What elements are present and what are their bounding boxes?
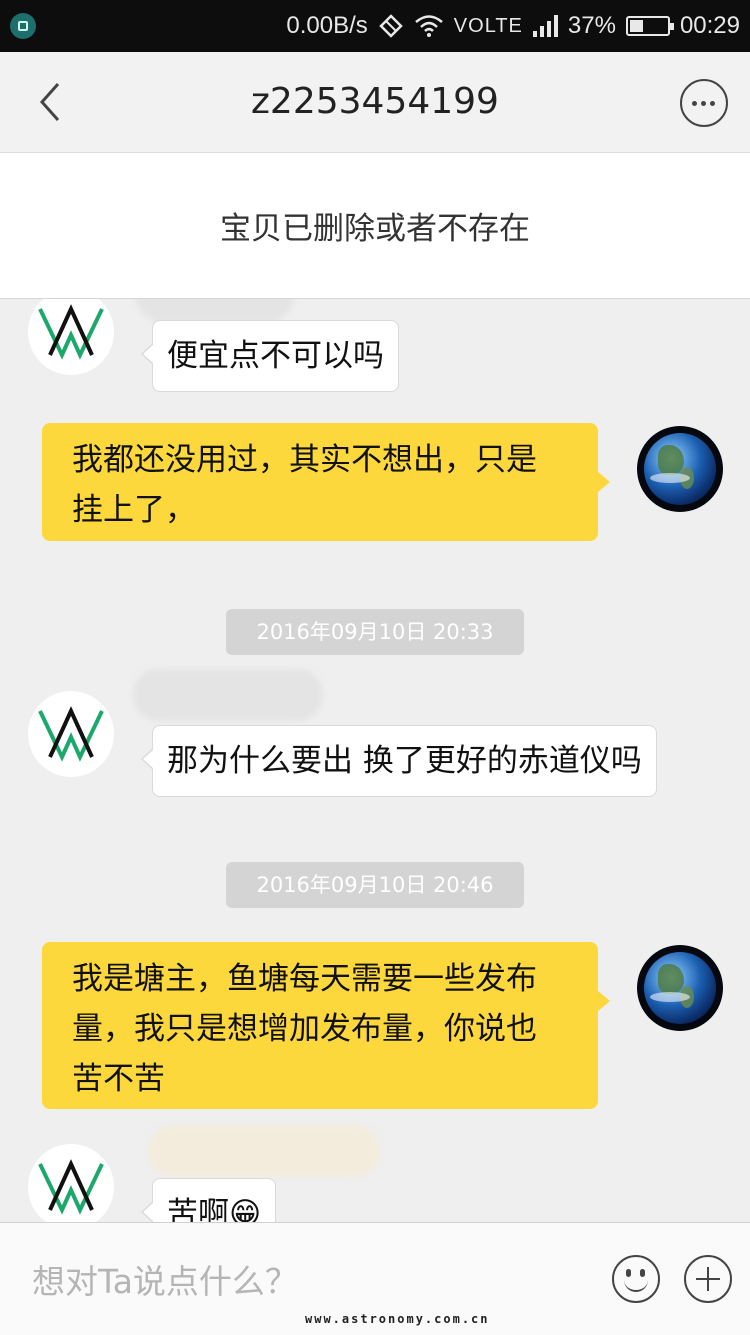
contact-logo-icon bbox=[38, 706, 104, 762]
wifi-icon bbox=[414, 15, 443, 37]
redacted-username bbox=[148, 1125, 380, 1177]
message-bubble-incoming[interactable]: 便宜点不可以吗 bbox=[141, 320, 399, 392]
network-type: VOLTE bbox=[453, 14, 523, 37]
contact-logo-icon bbox=[38, 1159, 104, 1215]
my-avatar[interactable] bbox=[637, 945, 723, 1031]
more-dots-icon[interactable] bbox=[680, 79, 728, 127]
earth-globe-icon bbox=[644, 433, 716, 505]
chevron-left-icon[interactable] bbox=[28, 78, 76, 126]
chat-message-list[interactable]: 便宜点不可以吗 我都还没用过，其实不想出，只是 挂上了， 2016年09月10日… bbox=[0, 299, 750, 1222]
message-text: 苦啊😁 bbox=[167, 1196, 262, 1222]
message-bubble-incoming[interactable]: 苦啊😁 bbox=[140, 1178, 277, 1222]
status-bar: 0.00B/s VOLTE 37% 00:29 bbox=[0, 0, 750, 52]
message-line: 苦不苦 bbox=[72, 1061, 165, 1097]
message-line: 量，我只是想增加发布量，你说也 bbox=[72, 1011, 537, 1047]
rotate-icon bbox=[379, 14, 403, 38]
app-notification-icon bbox=[10, 13, 36, 39]
message-text: 便宜点不可以吗 bbox=[167, 338, 384, 374]
message-bubble-outgoing[interactable]: 我都还没用过，其实不想出，只是 挂上了， bbox=[42, 423, 610, 541]
contact-avatar[interactable] bbox=[28, 691, 114, 777]
message-line: 挂上了， bbox=[72, 492, 196, 528]
redacted-username bbox=[133, 669, 323, 721]
message-bubble-incoming[interactable]: 那为什么要出 换了更好的赤道仪吗 bbox=[141, 725, 657, 797]
plus-icon[interactable] bbox=[684, 1255, 732, 1303]
item-notice-card[interactable]: 宝贝已删除或者不存在 bbox=[0, 153, 750, 299]
network-speed: 0.00B/s bbox=[286, 12, 368, 39]
message-timestamp: 2016年09月10日 20:46 bbox=[226, 862, 524, 908]
item-deleted-notice: 宝贝已删除或者不存在 bbox=[220, 211, 530, 247]
message-bubble-outgoing[interactable]: 我是塘主，鱼塘每天需要一些发布 量，我只是想增加发布量，你说也 苦不苦 bbox=[42, 942, 610, 1109]
message-text: 那为什么要出 换了更好的赤道仪吗 bbox=[167, 743, 642, 779]
battery-percent: 37% bbox=[567, 12, 616, 39]
message-line: 我都还没用过，其实不想出，只是 bbox=[72, 442, 537, 478]
message-input[interactable]: 想对Ta说点什么？ bbox=[32, 1255, 298, 1303]
battery-fill bbox=[629, 20, 643, 32]
contact-logo-icon bbox=[38, 304, 104, 360]
my-avatar[interactable] bbox=[637, 426, 723, 512]
earth-globe-icon bbox=[644, 952, 716, 1024]
battery-icon bbox=[625, 16, 674, 36]
chat-header: z2253454199 bbox=[0, 52, 750, 153]
signal-icon bbox=[532, 15, 558, 37]
page-title: z2253454199 bbox=[251, 81, 499, 122]
emoji-smile-icon[interactable] bbox=[612, 1255, 660, 1303]
clock: 00:29 bbox=[679, 12, 740, 39]
message-timestamp: 2016年09月10日 20:33 bbox=[226, 609, 524, 655]
contact-avatar[interactable] bbox=[28, 299, 114, 375]
contact-avatar[interactable] bbox=[28, 1144, 114, 1222]
watermark: www.astronomy.com.cn bbox=[305, 1312, 490, 1326]
message-line: 我是塘主，鱼塘每天需要一些发布 bbox=[72, 961, 537, 997]
